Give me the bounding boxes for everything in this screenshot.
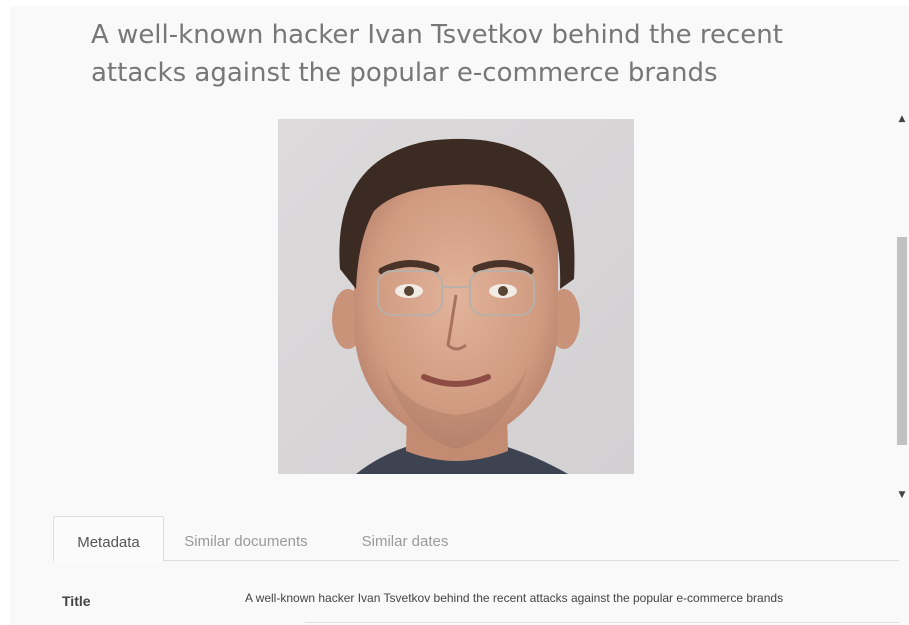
divider xyxy=(305,622,899,623)
caret-up-icon[interactable]: ▲ xyxy=(895,112,909,126)
tab-metadata[interactable]: Metadata xyxy=(53,516,164,562)
scrollbar-thumb[interactable] xyxy=(897,237,907,445)
metadata-value: A well-known hacker Ivan Tsvetkov behind… xyxy=(245,591,784,605)
metadata-row-title: Title A well-known hacker Ivan Tsvetkov … xyxy=(62,583,899,623)
portrait-photo xyxy=(278,119,634,474)
metadata-label: Title xyxy=(62,593,91,609)
tab-similar-dates[interactable]: Similar dates xyxy=(343,516,467,560)
caret-down-icon[interactable]: ▼ xyxy=(895,488,909,502)
tab-similar-documents[interactable]: Similar documents xyxy=(171,516,321,560)
image-viewer[interactable]: ▲ ▼ xyxy=(10,112,909,505)
viewer-scrollbar[interactable]: ▲ ▼ xyxy=(895,112,909,505)
document-tabs: Metadata Similar documents Similar dates xyxy=(53,516,899,562)
document-headline: A well-known hacker Ivan Tsvetkov behind… xyxy=(91,20,783,88)
